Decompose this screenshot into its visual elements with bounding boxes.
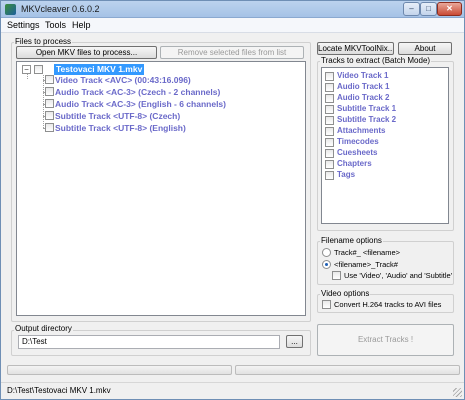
total-progress-bar [235, 365, 460, 375]
batch-checkbox[interactable] [325, 171, 334, 180]
status-text: D:\Test\Testovaci MKV 1.mkv [7, 386, 111, 395]
batch-group-label: Tracks to extract (Batch Mode) [320, 56, 432, 65]
tree-track-subtitle-czech[interactable]: Subtitle Track <UTF-8> (Czech) [55, 111, 180, 121]
filename-options-label: Filename options [320, 236, 383, 245]
use-type-names-checkbox[interactable] [332, 271, 341, 280]
output-directory-label: Output directory [14, 324, 73, 333]
batch-checkbox[interactable] [325, 160, 334, 169]
resize-grip-icon[interactable] [453, 388, 462, 397]
menu-bar: Settings Tools Help [1, 18, 464, 33]
track-checkbox[interactable] [45, 99, 54, 108]
menu-help[interactable]: Help [72, 20, 91, 30]
window-title: MKVcleaver 0.6.0.2 [21, 4, 100, 14]
main-window: MKVcleaver 0.6.0.2 – □ ✕ Settings Tools … [0, 0, 465, 400]
files-group-label: Files to process [14, 37, 73, 46]
tree-track-subtitle-english[interactable]: Subtitle Track <UTF-8> (English) [55, 123, 186, 133]
open-files-button[interactable]: Open MKV files to process... [16, 46, 157, 59]
file-tree[interactable]: − Testovaci MKV 1.mkv Video Track <AVC> … [16, 61, 306, 316]
root-checkbox[interactable] [34, 65, 43, 74]
app-icon [5, 4, 16, 15]
batch-checkbox[interactable] [325, 138, 334, 147]
minimize-button[interactable]: – [403, 2, 420, 16]
tree-track-audio-english[interactable]: Audio Track <AC-3> (English - 6 channels… [55, 99, 226, 109]
file-progress-bar [7, 365, 232, 375]
filename-option-1-radio[interactable] [322, 248, 331, 257]
batch-checkbox[interactable] [325, 149, 334, 158]
tree-root-file[interactable]: Testovaci MKV 1.mkv [54, 64, 145, 75]
tree-track-video[interactable]: Video Track <AVC> (00:43:16.096) [55, 75, 191, 85]
menu-tools[interactable]: Tools [45, 20, 66, 30]
maximize-button[interactable]: □ [420, 2, 437, 16]
close-button[interactable]: ✕ [437, 2, 462, 16]
tree-collapse-icon[interactable]: − [22, 65, 31, 74]
batch-checkbox[interactable] [325, 116, 334, 125]
convert-h264-label[interactable]: Convert H.264 tracks to AVI files [334, 300, 441, 309]
locate-mkvtoolnix-button[interactable]: Locate MKVToolNix... [317, 42, 394, 55]
video-options-label: Video options [320, 289, 371, 298]
filename-option-1-label[interactable]: Track#_ <filename> [334, 248, 400, 257]
browse-button[interactable]: ... [286, 335, 303, 348]
batch-checkbox[interactable] [325, 94, 334, 103]
title-bar: MKVcleaver 0.6.0.2 – □ ✕ [1, 1, 464, 18]
batch-checkbox[interactable] [325, 105, 334, 114]
track-checkbox[interactable] [45, 87, 54, 96]
use-type-names-label[interactable]: Use 'Video', 'Audio' and 'Subtitle' [344, 271, 452, 280]
batch-track-list[interactable]: Video Track 1 Audio Track 1 Audio Track … [321, 67, 449, 224]
track-checkbox[interactable] [45, 111, 54, 120]
tree-track-audio-czech[interactable]: Audio Track <AC-3> (Czech - 2 channels) [55, 87, 220, 97]
track-checkbox[interactable] [45, 123, 54, 132]
status-bar: D:\Test\Testovaci MKV 1.mkv [1, 382, 464, 399]
output-directory-input[interactable]: D:\Test [18, 335, 280, 349]
about-button[interactable]: About [398, 42, 452, 55]
remove-files-button[interactable]: Remove selected files from list [160, 46, 304, 59]
menu-settings[interactable]: Settings [7, 20, 40, 30]
extract-tracks-button[interactable]: Extract Tracks ! [317, 324, 454, 356]
filename-option-2-radio[interactable] [322, 260, 331, 269]
convert-h264-checkbox[interactable] [322, 300, 331, 309]
batch-checkbox[interactable] [325, 127, 334, 136]
batch-checkbox[interactable] [325, 72, 334, 81]
filename-option-2-label[interactable]: <filename>_Track# [334, 260, 398, 269]
batch-checkbox[interactable] [325, 83, 334, 92]
track-checkbox[interactable] [45, 75, 54, 84]
